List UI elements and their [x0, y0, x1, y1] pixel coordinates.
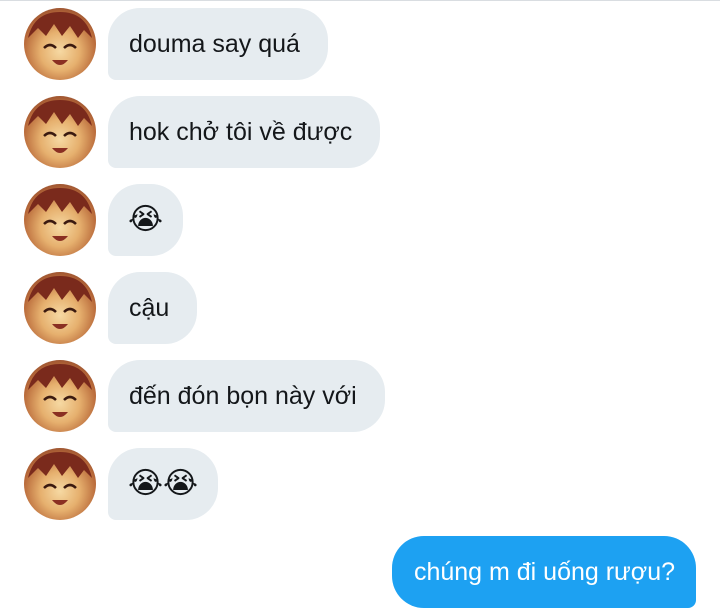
- anime-character-avatar-icon: [28, 364, 92, 417]
- top-divider: [0, 0, 720, 1]
- user-avatar[interactable]: [24, 272, 96, 344]
- incoming-message-bubble[interactable]: hok chở tôi về được: [108, 96, 381, 168]
- anime-character-avatar-icon: [28, 452, 92, 505]
- user-avatar[interactable]: [24, 360, 96, 432]
- user-avatar[interactable]: [24, 96, 96, 168]
- incoming-message-bubble[interactable]: đến đón bọn này với: [108, 360, 385, 432]
- user-avatar[interactable]: [24, 448, 96, 520]
- outgoing-message-bubble[interactable]: chúng m đi uống rượu?: [391, 536, 696, 608]
- anime-character-avatar-icon: [28, 12, 92, 65]
- anime-character-avatar-icon: [28, 188, 92, 241]
- user-avatar[interactable]: [24, 8, 96, 80]
- incoming-emoji-bubble[interactable]: 😭😭: [108, 448, 219, 520]
- incoming-message-bubble[interactable]: cậu: [108, 272, 198, 344]
- anime-character-avatar-icon: [28, 100, 92, 153]
- incoming-message-bubble[interactable]: douma say quá: [108, 8, 328, 80]
- user-avatar[interactable]: [24, 184, 96, 256]
- anime-character-avatar-icon: [28, 276, 92, 329]
- incoming-emoji-bubble[interactable]: 😭: [108, 184, 184, 256]
